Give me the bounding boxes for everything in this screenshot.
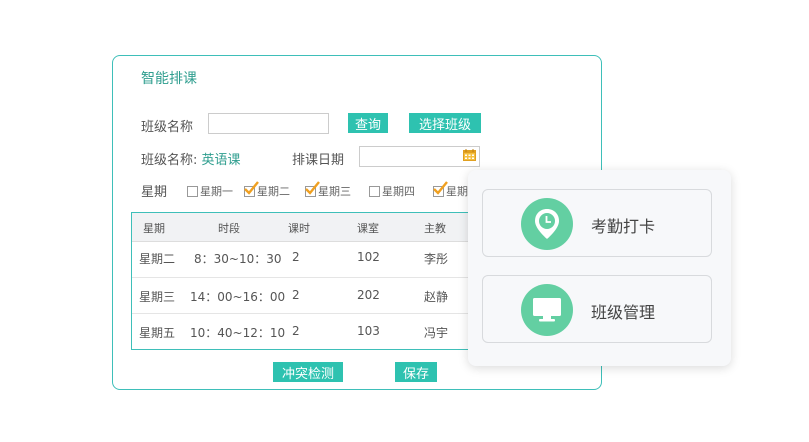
cell-weekday: 星期二 xyxy=(139,252,176,266)
weekday-thursday[interactable]: 星期四 xyxy=(369,183,415,199)
location-clock-icon xyxy=(535,209,559,239)
check-mark-icon xyxy=(433,180,448,195)
weekday-monday[interactable]: 星期一 xyxy=(187,183,233,199)
calendar-icon[interactable] xyxy=(463,149,476,161)
row-divider xyxy=(132,313,470,314)
checkbox-monday[interactable] xyxy=(187,185,198,197)
schedule-date-field[interactable] xyxy=(359,146,480,167)
attendance-checkin-button[interactable]: 考勤打卡 xyxy=(482,189,712,257)
class-name-display-value: 英语课 xyxy=(201,153,241,168)
row-divider xyxy=(132,277,470,278)
header-hours: 课时 xyxy=(288,222,310,235)
cell-hours: 2 xyxy=(292,250,300,264)
save-button[interactable]: 保存 xyxy=(395,362,437,382)
header-teacher: 主教 xyxy=(424,222,446,235)
schedule-table: 星期 时段 课时 课室 主教 星期二 8：30~10：30 2 102 李彤 星… xyxy=(131,212,471,350)
class-name-display-label: 班级名称: xyxy=(141,153,198,168)
checkbox-friday[interactable] xyxy=(433,180,448,197)
schedule-date-label: 排课日期 xyxy=(292,153,345,168)
check-mark-icon xyxy=(305,180,320,195)
header-weekday: 星期 xyxy=(143,222,165,235)
class-name-label: 班级名称 xyxy=(141,120,194,135)
weekday-label-wednesday: 星期三 xyxy=(318,185,351,198)
cell-weekday: 星期三 xyxy=(139,290,176,304)
cell-weekday: 星期五 xyxy=(139,326,176,340)
cell-room: 102 xyxy=(357,250,380,264)
checkbox-thursday[interactable] xyxy=(369,185,380,197)
class-management-button[interactable]: 班级管理 xyxy=(482,275,712,343)
class-manage-icon-circle xyxy=(521,284,573,336)
panel-title: 智能排课 xyxy=(141,71,197,87)
cell-period: 10：40~12：10 xyxy=(190,326,286,340)
cell-teacher: 李彤 xyxy=(424,252,449,266)
class-name-input[interactable] xyxy=(208,113,329,134)
check-mark-icon xyxy=(244,180,259,195)
attendance-label: 考勤打卡 xyxy=(591,217,656,236)
cell-period: 8：30~10：30 xyxy=(194,252,282,266)
weekday-wednesday[interactable]: 星期三 xyxy=(305,180,351,199)
conflict-check-button[interactable]: 冲突检测 xyxy=(273,362,343,382)
schedule-date-input[interactable] xyxy=(359,146,480,167)
class-manage-label: 班级管理 xyxy=(591,303,656,322)
cell-hours: 2 xyxy=(292,288,300,302)
cell-teacher: 冯宇 xyxy=(424,326,449,340)
checkbox-wednesday[interactable] xyxy=(305,180,320,197)
header-room: 课室 xyxy=(357,222,379,235)
weekday-label-thursday: 星期四 xyxy=(382,185,415,198)
class-name-display: 班级名称: 英语课 xyxy=(141,149,241,168)
table-header: 星期 时段 课时 课室 主教 xyxy=(132,213,470,242)
query-button[interactable]: 查询 xyxy=(348,113,388,133)
cell-teacher: 赵静 xyxy=(424,290,449,304)
weekday-label-friday: 星期 xyxy=(446,185,468,198)
weekday-tuesday[interactable]: 星期二 xyxy=(244,180,290,199)
checkbox-tuesday[interactable] xyxy=(244,180,259,197)
cell-room: 202 xyxy=(357,288,380,302)
cell-hours: 2 xyxy=(292,324,300,338)
select-class-button[interactable]: 选择班级 xyxy=(409,113,481,133)
cell-period: 14：00~16：00 xyxy=(190,290,286,304)
cell-room: 103 xyxy=(357,324,380,338)
monitor-icon xyxy=(533,298,561,322)
header-period: 时段 xyxy=(218,222,240,235)
weekday-label-tuesday: 星期二 xyxy=(257,185,290,198)
weekday-friday[interactable]: 星期 xyxy=(433,180,468,199)
weekday-label: 星期 xyxy=(141,185,168,200)
weekday-label-monday: 星期一 xyxy=(200,185,233,198)
attendance-icon-circle xyxy=(521,198,573,250)
feature-shortcut-card: 考勤打卡 班级管理 xyxy=(468,170,731,366)
